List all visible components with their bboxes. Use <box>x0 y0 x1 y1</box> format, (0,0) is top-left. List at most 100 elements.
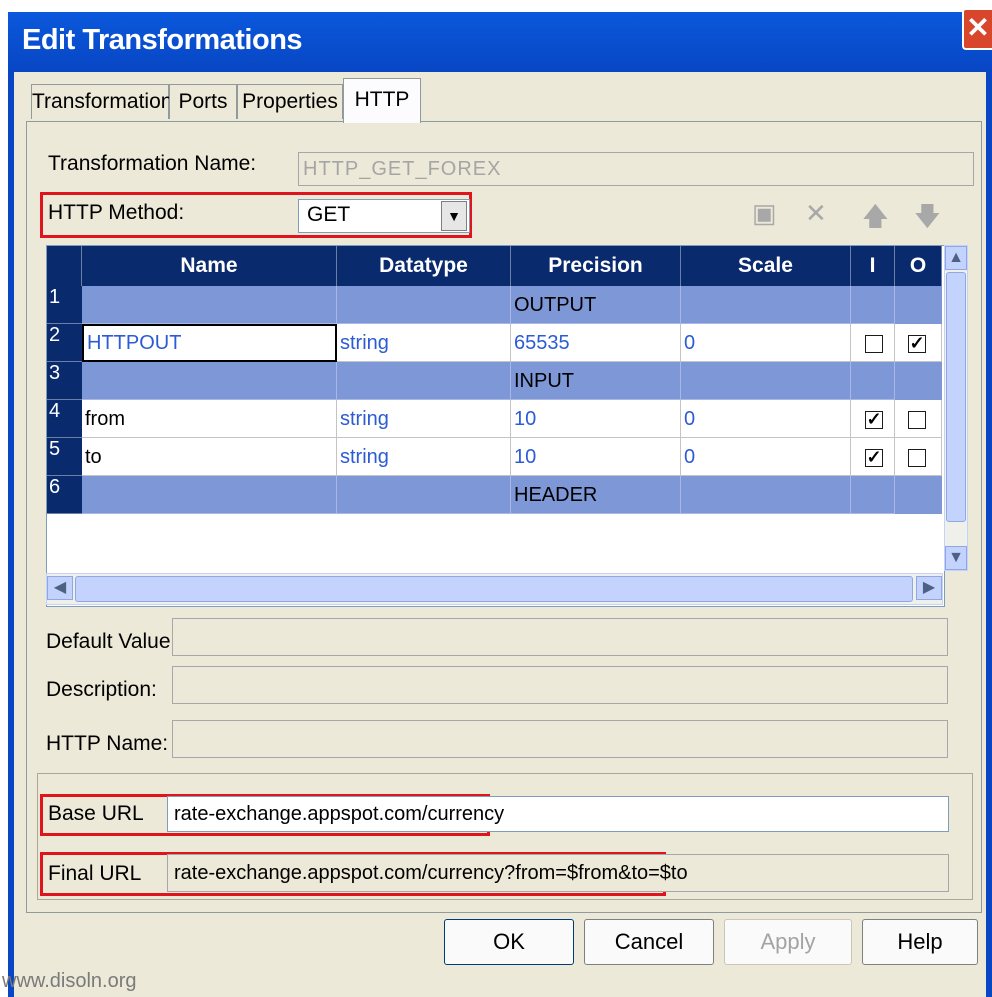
output-cell <box>895 438 942 476</box>
input-cell: ✓ <box>851 400 895 438</box>
scale-cell[interactable]: 0 <box>681 400 851 438</box>
ports-grid[interactable]: Name Datatype Precision Scale I O 1 OUTP… <box>46 245 945 607</box>
base-url-input[interactable]: rate-exchange.appspot.com/currency <box>167 796 949 832</box>
final-url-label: Final URL <box>48 862 142 885</box>
horizontal-scrollbar[interactable]: ◀ ▶ <box>46 573 943 605</box>
output-cell <box>895 400 942 438</box>
description-field[interactable] <box>172 666 948 704</box>
column-header-output[interactable]: O <box>895 246 942 286</box>
vertical-scrollbar[interactable]: ▲ ▼ <box>944 245 968 571</box>
input-checkbox[interactable] <box>865 335 883 353</box>
precision-cell[interactable]: 10 <box>511 400 681 438</box>
final-url-field: rate-exchange.appspot.com/currency?from=… <box>167 854 949 892</box>
input-cell: ✓ <box>851 438 895 476</box>
group-cell <box>681 362 851 400</box>
scale-cell[interactable]: 0 <box>681 438 851 476</box>
column-header-name[interactable]: Name <box>82 246 337 286</box>
delete-icon[interactable]: ✕ <box>805 198 827 229</box>
http-method-label: HTTP Method: <box>48 201 185 224</box>
column-header-precision[interactable]: Precision <box>511 246 681 286</box>
vertical-scroll-thumb[interactable] <box>946 272 966 522</box>
group-cell <box>82 476 337 514</box>
column-header-datatype[interactable]: Datatype <box>337 246 511 286</box>
title-bar: Edit Transformations <box>8 12 992 72</box>
group-cell <box>681 286 851 324</box>
transformation-name-label: Transformation Name: <box>48 152 257 175</box>
ok-button[interactable]: OK <box>444 919 574 965</box>
precision-cell[interactable]: 10 <box>511 438 681 476</box>
transformation-name-field: HTTP_GET_FOREX <box>298 152 974 186</box>
output-cell: ✓ <box>895 324 942 362</box>
cancel-button[interactable]: Cancel <box>584 919 714 965</box>
help-button[interactable]: Help <box>862 919 978 965</box>
tab-ports[interactable]: Ports <box>169 84 237 119</box>
table-row[interactable]: HEADER <box>82 476 942 514</box>
move-up-icon[interactable]: 🡅 <box>862 198 889 242</box>
datatype-cell[interactable]: string <box>337 324 511 362</box>
table-row[interactable]: HTTPOUT string 65535 0 ✓ <box>82 324 942 362</box>
chevron-right-icon: ▶ <box>922 579 936 596</box>
datatype-cell[interactable]: string <box>337 438 511 476</box>
group-cell <box>681 476 851 514</box>
port-name-cell[interactable]: to <box>82 438 337 476</box>
chevron-left-icon: ◀ <box>53 579 67 596</box>
scroll-left-button[interactable]: ◀ <box>47 576 73 600</box>
group-label: OUTPUT <box>511 286 681 324</box>
chevron-down-icon[interactable]: ▼ <box>441 201 467 231</box>
group-cell <box>851 286 895 324</box>
http-name-field[interactable] <box>172 720 948 758</box>
port-name-cell[interactable]: HTTPOUT <box>82 324 337 362</box>
port-name-cell[interactable]: from <box>82 400 337 438</box>
table-row[interactable]: OUTPUT <box>82 286 942 324</box>
input-checkbox[interactable]: ✓ <box>865 448 883 467</box>
close-button[interactable]: ✕ <box>962 8 992 50</box>
group-cell <box>82 286 337 324</box>
scroll-up-button[interactable]: ▲ <box>945 246 967 270</box>
chevron-down-icon: ▼ <box>948 549 964 566</box>
tab-http[interactable]: HTTP <box>343 78 421 123</box>
tab-properties[interactable]: Properties <box>237 84 343 119</box>
group-label: INPUT <box>511 362 681 400</box>
chevron-up-icon: ▲ <box>948 249 964 266</box>
http-name-label: HTTP Name: <box>46 732 169 755</box>
default-value-field[interactable] <box>172 618 948 656</box>
scroll-right-button[interactable]: ▶ <box>916 576 942 600</box>
output-checkbox[interactable]: ✓ <box>908 334 926 353</box>
http-method-select[interactable]: GET ▼ <box>298 199 470 233</box>
group-cell <box>851 362 895 400</box>
output-checkbox[interactable] <box>908 449 926 467</box>
input-checkbox[interactable]: ✓ <box>865 410 883 429</box>
table-row[interactable]: INPUT <box>82 362 942 400</box>
group-cell <box>851 476 895 514</box>
window-frame-right <box>986 72 992 997</box>
column-header-scale[interactable]: Scale <box>681 246 851 286</box>
column-header-input[interactable]: I <box>851 246 895 286</box>
input-cell <box>851 324 895 362</box>
apply-button[interactable]: Apply <box>724 919 852 965</box>
row-number[interactable]: 5 <box>47 438 82 476</box>
tab-transformation[interactable]: Transformation <box>31 84 172 119</box>
grid-corner-header <box>47 246 82 286</box>
horizontal-scroll-thumb[interactable] <box>75 576 913 602</box>
table-row[interactable]: to string 10 0 ✓ <box>82 438 942 476</box>
scale-cell[interactable]: 0 <box>681 324 851 362</box>
scroll-down-button[interactable]: ▼ <box>945 546 967 570</box>
output-checkbox[interactable] <box>908 411 926 429</box>
group-cell <box>337 362 511 400</box>
new-port-icon[interactable]: ▣ <box>752 198 777 229</box>
row-number[interactable]: 2 <box>47 324 82 362</box>
window-title: Edit Transformations <box>22 24 303 56</box>
table-row[interactable]: from string 10 0 ✓ <box>82 400 942 438</box>
row-number[interactable]: 6 <box>47 476 82 514</box>
watermark-text: www.disoln.org <box>2 970 137 992</box>
move-down-icon[interactable]: 🡇 <box>914 198 941 242</box>
row-number[interactable]: 3 <box>47 362 82 400</box>
row-number[interactable]: 1 <box>47 286 82 324</box>
default-value-label: Default Value: <box>46 630 177 653</box>
row-number[interactable]: 4 <box>47 400 82 438</box>
precision-cell[interactable]: 65535 <box>511 324 681 362</box>
description-label: Description: <box>46 678 157 701</box>
close-icon: ✕ <box>966 12 990 43</box>
http-method-value: GET <box>307 203 351 226</box>
datatype-cell[interactable]: string <box>337 400 511 438</box>
